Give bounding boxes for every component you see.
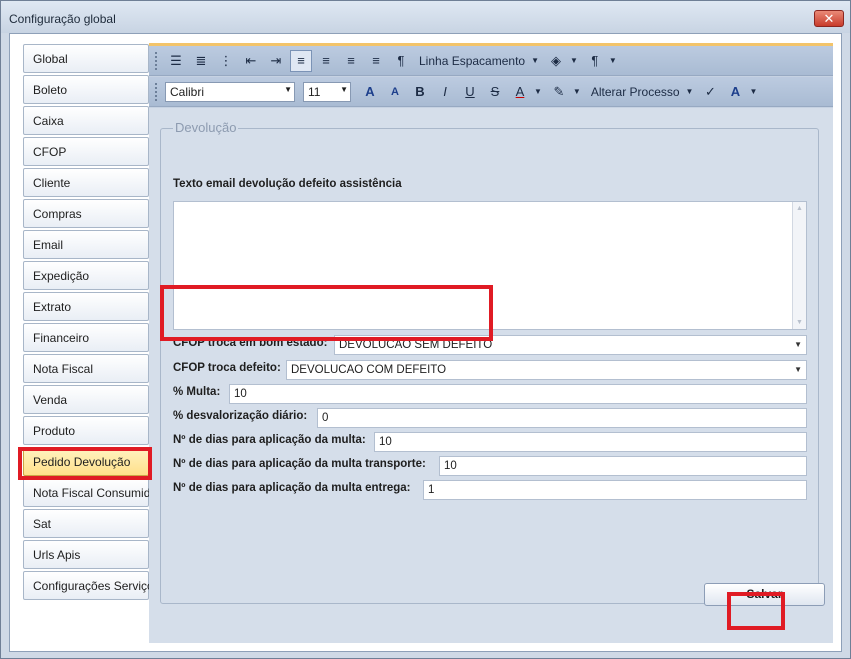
alter-process-button[interactable]: Alterar Processo xyxy=(591,85,680,99)
decrease-indent-icon[interactable]: ⇤ xyxy=(240,50,262,72)
sidebar-item-caixa[interactable]: Caixa xyxy=(23,106,149,135)
font-dialog-icon[interactable]: A xyxy=(724,81,746,103)
sidebar: Global Boleto Caixa CFOP Cliente Compras… xyxy=(23,44,161,602)
grow-font-icon[interactable]: A xyxy=(359,81,381,103)
sidebar-item-cliente[interactable]: Cliente xyxy=(23,168,149,197)
dias-multa-entrega-label: Nº de dias para aplicação da multa entre… xyxy=(173,482,411,494)
toolbar-grip[interactable] xyxy=(155,82,159,101)
sidebar-item-venda[interactable]: Venda xyxy=(23,385,149,414)
line-spacing-button[interactable]: Linha Espacamento xyxy=(419,54,525,68)
window-title: Configuração global xyxy=(9,12,116,26)
sidebar-item-produto[interactable]: Produto xyxy=(23,416,149,445)
cfop-bom-estado-value: DEVOLUCAO SEM DEFEITO xyxy=(339,339,493,351)
toolbar-overflow-icon[interactable]: ▼ xyxy=(749,87,757,96)
strikethrough-icon[interactable]: S xyxy=(484,81,506,103)
font-name-value: Calibri xyxy=(170,84,205,99)
italic-icon[interactable]: I xyxy=(434,81,456,103)
bold-icon[interactable]: B xyxy=(409,81,431,103)
title-bar: Configuração global ✕ xyxy=(1,1,850,33)
paint-bucket-icon[interactable]: ◈ xyxy=(545,50,567,72)
justify-icon[interactable]: ≡ xyxy=(365,50,387,72)
chevron-down-icon: ▼ xyxy=(284,84,292,94)
chevron-down-icon: ▼ xyxy=(794,365,802,374)
multilevel-list-icon[interactable]: ⋮ xyxy=(215,50,237,72)
close-button[interactable]: ✕ xyxy=(814,10,844,27)
chevron-down-icon[interactable]: ▼ xyxy=(686,87,694,96)
dias-multa-transporte-label: Nº de dias para aplicação da multa trans… xyxy=(173,458,426,470)
pilcrow-icon[interactable]: ¶ xyxy=(390,50,412,72)
cfop-bom-estado-select[interactable]: DEVOLUCAO SEM DEFEITO ▼ xyxy=(334,335,807,355)
dias-multa-label: Nº de dias para aplicação da multa: xyxy=(173,434,366,446)
multa-input[interactable]: 10 xyxy=(229,384,807,404)
save-button[interactable]: Salvar xyxy=(704,583,825,606)
chevron-down-icon: ▼ xyxy=(794,340,802,349)
sidebar-item-urls-apis[interactable]: Urls Apis xyxy=(23,540,149,569)
highlight-icon[interactable]: ✎ xyxy=(548,81,570,103)
font-size-select[interactable]: 11 ▼ xyxy=(303,81,351,102)
chevron-down-icon[interactable]: ▼ xyxy=(573,87,581,96)
cfop-bom-estado-label: CFOP troca em bom estado: xyxy=(173,337,328,349)
chevron-down-icon[interactable]: ▼ xyxy=(534,87,542,96)
sidebar-item-expedicao[interactable]: Expedição xyxy=(23,261,149,290)
cfop-defeito-value: DEVOLUCAO COM DEFEITO xyxy=(291,364,447,376)
paragraph-format-icon[interactable]: ¶ xyxy=(584,50,606,72)
sidebar-item-financeiro[interactable]: Financeiro xyxy=(23,323,149,352)
email-text-area[interactable]: ▲ ▼ xyxy=(173,201,807,330)
dias-multa-transporte-input[interactable]: 10 xyxy=(439,456,807,476)
underline-icon[interactable]: U xyxy=(459,81,481,103)
scroll-up-icon[interactable]: ▲ xyxy=(796,205,803,212)
shrink-font-icon[interactable]: A xyxy=(384,81,406,103)
dias-multa-entrega-input[interactable]: 1 xyxy=(423,480,807,500)
cfop-defeito-select[interactable]: DEVOLUCAO COM DEFEITO ▼ xyxy=(286,360,807,380)
bullet-list-icon[interactable]: ☰ xyxy=(165,50,187,72)
toolbar-grip[interactable] xyxy=(155,51,159,70)
align-right-icon[interactable]: ≡ xyxy=(340,50,362,72)
spellcheck-icon[interactable]: ✓ xyxy=(699,81,721,103)
font-color-icon[interactable]: A xyxy=(509,81,531,103)
form-content: Devolução Texto email devolução defeito … xyxy=(149,108,833,643)
format-toolbar-paragraph: ☰ ≣ ⋮ ⇤ ⇥ ≡ ≡ ≡ ≡ ¶ Linha Espacamento ▼ … xyxy=(149,46,833,76)
sidebar-item-compras[interactable]: Compras xyxy=(23,199,149,228)
numbered-list-icon[interactable]: ≣ xyxy=(190,50,212,72)
dias-multa-input[interactable]: 10 xyxy=(374,432,807,452)
chevron-down-icon[interactable]: ▼ xyxy=(570,56,578,65)
client-area: Global Boleto Caixa CFOP Cliente Compras… xyxy=(9,33,842,652)
config-window: Configuração global ✕ Global Boleto Caix… xyxy=(0,0,851,659)
sidebar-item-sat[interactable]: Sat xyxy=(23,509,149,538)
font-name-select[interactable]: Calibri ▼ xyxy=(165,81,295,102)
multa-label: % Multa: xyxy=(173,386,221,398)
desvalorizacao-label: % desvalorização diário: xyxy=(173,410,308,422)
sidebar-item-cfop[interactable]: CFOP xyxy=(23,137,149,166)
sidebar-item-extrato[interactable]: Extrato xyxy=(23,292,149,321)
chevron-down-icon: ▼ xyxy=(340,84,348,94)
email-text-label: Texto email devolução defeito assistênci… xyxy=(173,178,402,190)
sidebar-item-pedido-devolucao[interactable]: Pedido Devolução xyxy=(23,447,149,476)
sidebar-item-email[interactable]: Email xyxy=(23,230,149,259)
sidebar-item-boleto[interactable]: Boleto xyxy=(23,75,149,104)
chevron-down-icon[interactable]: ▼ xyxy=(531,56,539,65)
increase-indent-icon[interactable]: ⇥ xyxy=(265,50,287,72)
align-center-icon[interactable]: ≡ xyxy=(315,50,337,72)
desvalorizacao-input[interactable]: 0 xyxy=(317,408,807,428)
memo-scrollbar[interactable]: ▲ ▼ xyxy=(792,202,806,329)
sidebar-item-configuracoes-servicos[interactable]: Configurações Serviços xyxy=(23,571,160,600)
font-size-value: 11 xyxy=(308,84,321,99)
cfop-defeito-label: CFOP troca defeito: xyxy=(173,362,281,374)
scroll-down-icon[interactable]: ▼ xyxy=(796,319,803,326)
sidebar-item-nota-fiscal[interactable]: Nota Fiscal xyxy=(23,354,149,383)
group-title: Devolução xyxy=(173,120,239,135)
sidebar-item-nota-fiscal-consumidor[interactable]: Nota Fiscal Consumidor xyxy=(23,478,161,507)
format-toolbar-font: Calibri ▼ 11 ▼ A A B I U S A ▼ ✎ ▼ Alter… xyxy=(149,77,833,107)
sidebar-item-global[interactable]: Global xyxy=(23,44,149,73)
align-left-icon[interactable]: ≡ xyxy=(290,49,312,72)
toolbar-overflow-icon[interactable]: ▼ xyxy=(609,56,617,65)
main-panel: ☰ ≣ ⋮ ⇤ ⇥ ≡ ≡ ≡ ≡ ¶ Linha Espacamento ▼ … xyxy=(149,43,833,643)
